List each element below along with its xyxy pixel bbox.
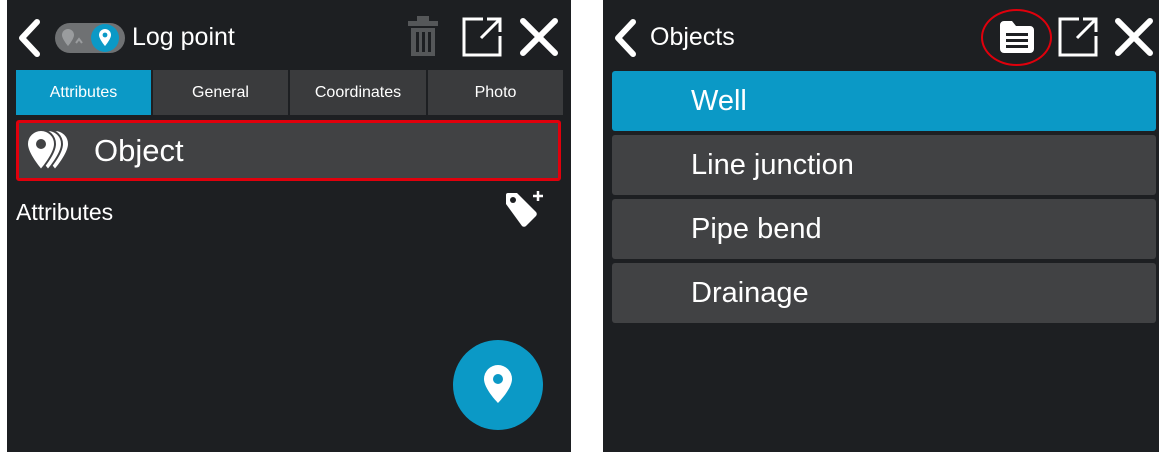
list-item-well[interactable]: Well xyxy=(612,71,1156,131)
back-icon[interactable] xyxy=(612,18,638,58)
tab-general[interactable]: General xyxy=(153,70,288,115)
attributes-heading: Attributes xyxy=(16,199,114,225)
list-item-line-junction[interactable]: Line junction xyxy=(612,135,1156,195)
tag-add-icon[interactable] xyxy=(503,190,545,232)
tab-coordinates[interactable]: Coordinates xyxy=(290,70,426,115)
object-label: Object xyxy=(94,133,184,168)
trash-icon xyxy=(407,15,439,57)
list-menu-icon[interactable] xyxy=(998,19,1036,55)
list-item-label: Drainage xyxy=(691,277,809,309)
log-location-button[interactable] xyxy=(453,340,543,430)
list-item-label: Line junction xyxy=(691,149,854,181)
tab-photo[interactable]: Photo xyxy=(428,70,563,115)
log-point-screen: Log point Attributes General Coordinates xyxy=(7,0,571,452)
page-title: Objects xyxy=(650,23,735,51)
tab-attributes[interactable]: Attributes xyxy=(16,70,151,115)
list-item-pipe-bend[interactable]: Pipe bend xyxy=(612,199,1156,259)
back-icon[interactable] xyxy=(16,18,42,58)
map-pin-toggle-icon[interactable] xyxy=(54,21,126,55)
list-item-drainage[interactable]: Drainage xyxy=(612,263,1156,323)
page-title: Log point xyxy=(132,23,235,51)
external-link-icon[interactable] xyxy=(461,16,503,58)
objects-screen: Objects Well Line junction Pipe bend Dra… xyxy=(603,0,1159,452)
list-item-label: Well xyxy=(691,85,747,117)
top-bar: Objects xyxy=(603,0,1159,72)
external-link-icon[interactable] xyxy=(1057,16,1099,58)
object-selector[interactable]: Object xyxy=(16,120,561,181)
tab-bar: Attributes General Coordinates Photo xyxy=(16,70,563,115)
top-bar: Log point xyxy=(7,0,571,72)
location-pin-icon xyxy=(483,364,513,404)
list-item-label: Pipe bend xyxy=(691,213,822,245)
object-stack-icon xyxy=(25,128,75,174)
close-icon[interactable] xyxy=(1114,17,1154,57)
close-icon[interactable] xyxy=(519,17,559,57)
